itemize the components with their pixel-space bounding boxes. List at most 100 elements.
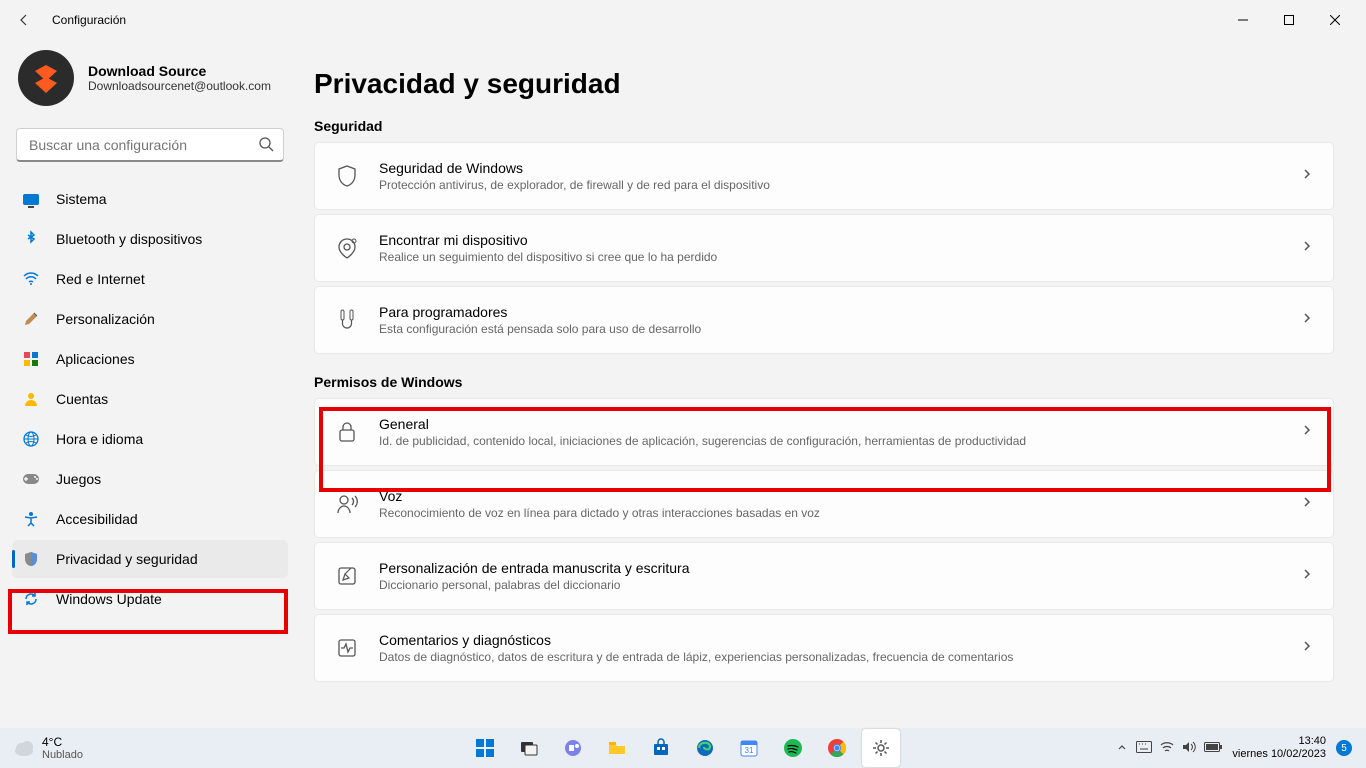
bluetooth-icon [22,230,40,248]
maximize-button[interactable] [1266,4,1312,36]
cloud-icon [12,736,36,760]
sidebar-item-grid[interactable]: Aplicaciones [12,340,288,378]
update-icon [22,590,40,608]
wifi-icon [22,270,40,288]
avatar [18,50,74,106]
sidebar-item-globe[interactable]: Hora e idioma [12,420,288,458]
sidebar-item-label: Personalización [56,311,155,327]
calendar-button[interactable]: 31 [730,729,768,767]
card-title: General [379,416,1301,432]
settings-card-pen[interactable]: Personalización de entrada manuscrita y … [314,542,1334,610]
sidebar-item-bluetooth[interactable]: Bluetooth y dispositivos [12,220,288,258]
chevron-right-icon [1301,567,1313,585]
settings-card-dev[interactable]: Para programadoresEsta configuración est… [314,286,1334,354]
weather-cond: Nublado [42,749,83,761]
shield-icon [335,165,359,187]
weather-widget[interactable]: 4°C Nublado [0,735,83,761]
taskbar-center: 31 [466,729,900,767]
battery-icon[interactable] [1204,741,1222,756]
wifi-icon[interactable] [1160,741,1174,756]
card-title: Encontrar mi dispositivo [379,232,1301,248]
diag-icon [335,638,359,658]
sidebar-item-label: Juegos [56,471,101,487]
volume-icon[interactable] [1182,741,1196,756]
nav-list: Sistema Bluetooth y dispositivos Red e Int… [12,180,288,618]
sidebar-item-label: Hora e idioma [56,431,143,447]
card-title: Comentarios y diagnósticos [379,632,1301,648]
gamepad-icon [22,470,40,488]
keyboard-icon[interactable] [1136,741,1152,756]
chevron-right-icon [1301,239,1313,257]
card-subtitle: Esta configuración está pensada solo par… [379,322,1301,336]
brush-icon [22,310,40,328]
section-title: Permisos de Windows [314,374,1334,390]
taskbar: 4°C Nublado 31 13:40 viernes 10/02/2023 … [0,728,1366,768]
back-button[interactable] [8,4,40,36]
close-button[interactable] [1312,4,1358,36]
sidebar-item-shield[interactable]: Privacidad y seguridad [12,540,288,578]
svg-text:31: 31 [745,746,754,755]
search-box [16,128,284,162]
minimize-button[interactable] [1220,4,1266,36]
chrome-button[interactable] [818,729,856,767]
clock-time: 13:40 [1232,735,1326,748]
card-subtitle: Reconocimiento de voz en línea para dict… [379,506,1301,520]
settings-card-lock[interactable]: General Id. de publicidad, contenido loca… [314,398,1334,466]
sidebar-item-wifi[interactable]: Red e Internet [12,260,288,298]
dev-icon [335,309,359,331]
chevron-right-icon [1301,495,1313,513]
user-card[interactable]: Download Source Downloadsourcenet@outloo… [12,40,288,122]
title-bar: Configuración [0,0,1366,40]
shield-icon [22,550,40,568]
content: Privacidad y seguridad Seguridad Segurida… [300,40,1366,730]
search-input[interactable] [16,128,284,162]
sidebar-item-update[interactable]: Windows Update [12,580,288,618]
page-title: Privacidad y seguridad [314,68,1334,100]
notification-badge[interactable]: 5 [1336,740,1352,756]
tray-chevron-icon[interactable] [1116,741,1128,756]
section-title: Seguridad [314,118,1334,134]
window-controls [1220,4,1358,36]
card-subtitle: Id. de publicidad, contenido local, inic… [379,434,1301,448]
chevron-right-icon [1301,639,1313,657]
sidebar-item-label: Windows Update [56,591,162,607]
start-button[interactable] [466,729,504,767]
settings-card-location[interactable]: Encontrar mi dispositivo Realice un segui… [314,214,1334,282]
chat-button[interactable] [554,729,592,767]
monitor-icon [22,190,40,208]
sidebar-item-accessibility[interactable]: Accesibilidad [12,500,288,538]
explorer-button[interactable] [598,729,636,767]
lock-icon [335,422,359,442]
sidebar-item-gamepad[interactable]: Juegos [12,460,288,498]
settings-card-voice[interactable]: Voz Reconocimiento de voz en línea para d… [314,470,1334,538]
weather-temp: 4°C [42,735,83,749]
card-title: Voz [379,488,1301,504]
accessibility-icon [22,510,40,528]
settings-card-diag[interactable]: Comentarios y diagnósticosDatos de diagn… [314,614,1334,682]
card-subtitle: Protección antivirus, de explorador, de … [379,178,1301,192]
store-button[interactable] [642,729,680,767]
card-subtitle: Realice un seguimiento del dispositivo s… [379,250,1301,264]
sidebar-item-person[interactable]: Cuentas [12,380,288,418]
settings-card-shield[interactable]: Seguridad de Windows Protección antivirus… [314,142,1334,210]
sidebar-item-brush[interactable]: Personalización [12,300,288,338]
sidebar-item-monitor[interactable]: Sistema [12,180,288,218]
spotify-button[interactable] [774,729,812,767]
card-title: Seguridad de Windows [379,160,1301,176]
clock[interactable]: 13:40 viernes 10/02/2023 [1232,735,1326,761]
chevron-right-icon [1301,167,1313,185]
card-title: Personalización de entrada manuscrita y … [379,560,1301,576]
chevron-right-icon [1301,311,1313,329]
task-view-button[interactable] [510,729,548,767]
avatar-logo-icon [29,61,63,95]
edge-button[interactable] [686,729,724,767]
sidebar-item-label: Accesibilidad [56,511,138,527]
settings-button[interactable] [862,729,900,767]
sidebar-item-label: Red e Internet [56,271,145,287]
sidebar-item-label: Bluetooth y dispositivos [56,231,202,247]
voice-icon [335,494,359,514]
location-icon [335,237,359,259]
chevron-right-icon [1301,423,1313,441]
search-icon [258,136,274,157]
user-name: Download Source [88,63,271,79]
